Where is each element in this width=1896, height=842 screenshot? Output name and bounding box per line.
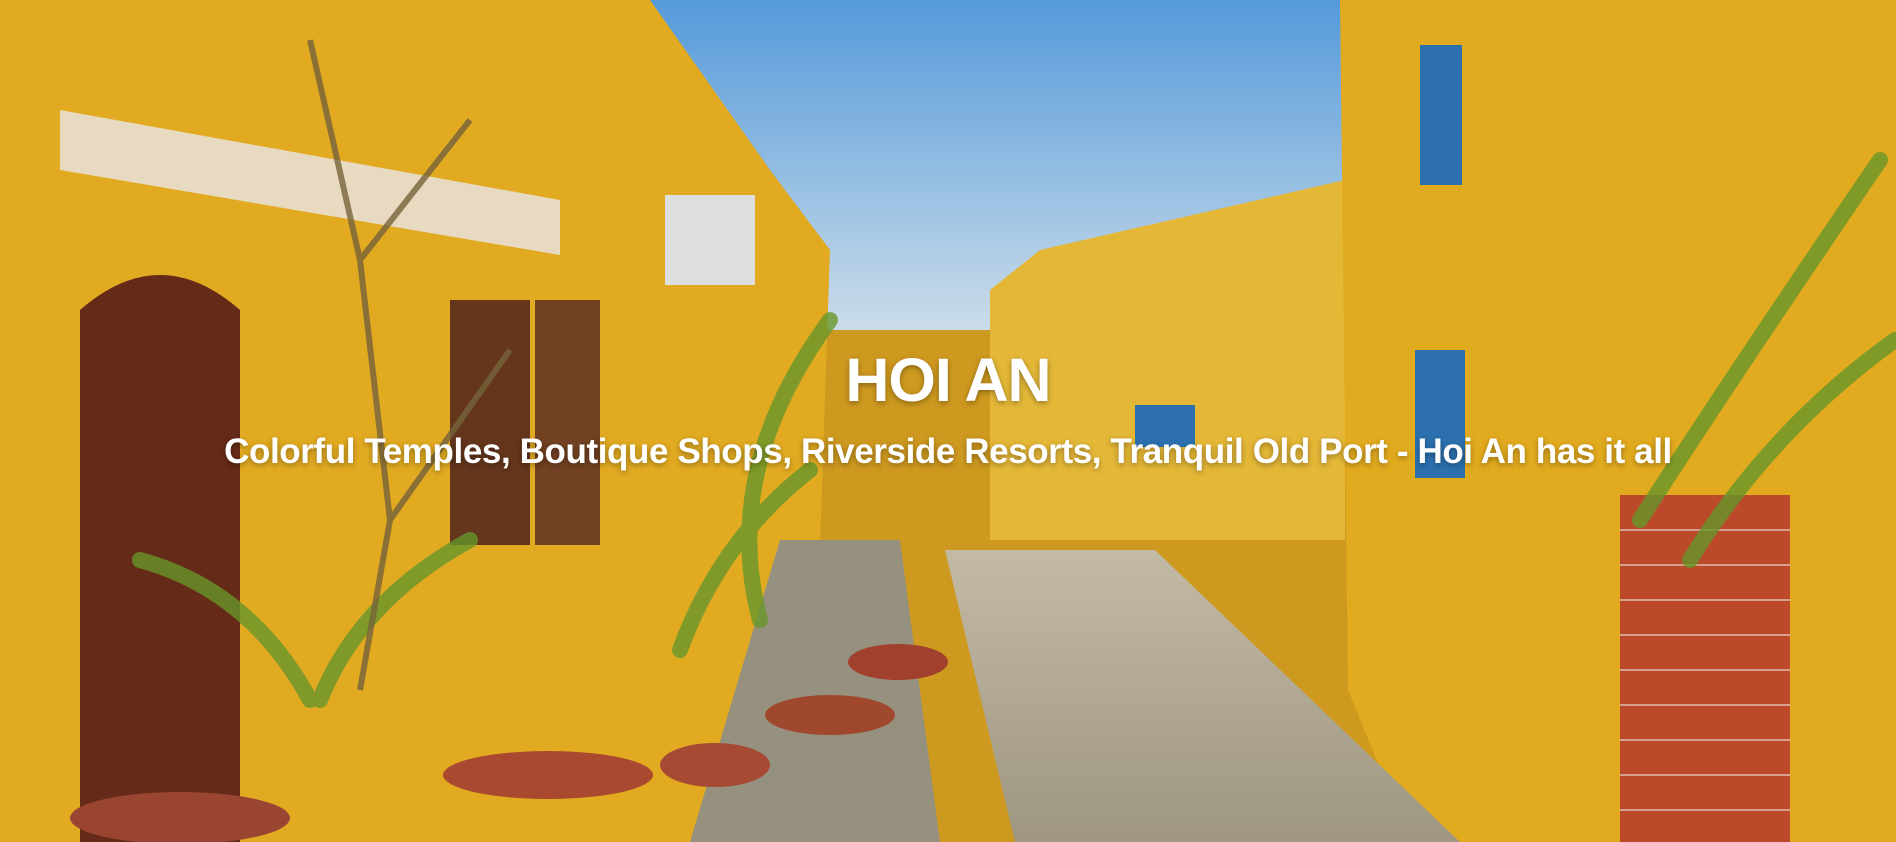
hero-title: HOI AN [845,346,1051,414]
hero-text-block: HOI AN Colorful Temples, Boutique Shops,… [0,350,1896,472]
hero-subtitle: Colorful Temples, Boutique Shops, Rivers… [224,432,1672,471]
hero-banner: HOI AN Colorful Temples, Boutique Shops,… [0,0,1896,842]
